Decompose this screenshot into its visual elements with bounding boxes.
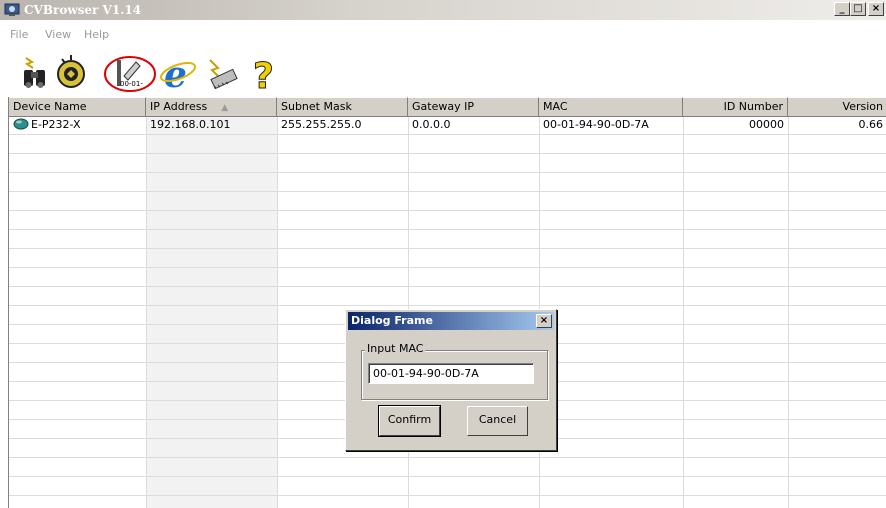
cell-id-number: 00000 — [749, 118, 784, 131]
col-header-subnet-mask[interactable]: Subnet Mask — [277, 97, 408, 116]
minimize-button[interactable]: _ — [834, 2, 850, 16]
col-header-device-name[interactable]: Device Name — [9, 97, 146, 116]
search-binoculars-icon[interactable] — [18, 52, 52, 92]
maximize-button[interactable]: □ — [850, 2, 866, 16]
svg-text:e: e — [164, 54, 187, 92]
col-header-id-number[interactable]: ID Number — [683, 97, 788, 116]
svg-text:?: ? — [253, 56, 274, 92]
edit-mac-icon[interactable]: 00-01- — [100, 52, 160, 92]
table-header: Device Name IP Address ▲ Subnet Mask Gate… — [9, 97, 886, 117]
menu-file[interactable]: File — [10, 28, 28, 41]
confirm-button[interactable]: Confirm — [378, 405, 441, 437]
dialog-title-bar[interactable]: Dialog Frame × — [348, 312, 554, 330]
menu-view[interactable]: View — [45, 28, 71, 41]
col-header-ip-address[interactable]: IP Address ▲ — [146, 97, 277, 116]
col-header-mac[interactable]: MAC — [539, 97, 683, 116]
dialog-close-button[interactable]: × — [536, 314, 552, 328]
mac-group-label: Input MAC — [365, 342, 426, 355]
window-title: CVBrowser V1.14 — [24, 3, 142, 17]
cancel-button[interactable]: Cancel — [467, 406, 528, 436]
col-header-version[interactable]: Version — [788, 97, 886, 116]
help-icon[interactable]: ? — [247, 52, 281, 93]
refresh-network-icon[interactable] — [54, 52, 88, 92]
dialog-title: Dialog Frame — [351, 314, 433, 327]
mac-input[interactable] — [368, 363, 534, 384]
toolbar: 00-01- e ? — [0, 48, 886, 96]
cell-subnet-mask: 255.255.255.0 — [281, 118, 362, 131]
cell-mac: 00-01-94-90-0D-7A — [543, 118, 649, 131]
close-button[interactable]: × — [868, 2, 884, 16]
app-icon — [4, 3, 20, 16]
cell-ip-address: 192.168.0.101 — [150, 118, 231, 131]
col-header-gateway-ip[interactable]: Gateway IP — [408, 97, 539, 116]
firmware-chip-icon[interactable] — [200, 52, 240, 92]
input-mac-dialog: Dialog Frame × Input MAC Confirm Cancel — [345, 309, 557, 451]
menu-help[interactable]: Help — [84, 28, 109, 41]
device-icon — [13, 118, 29, 130]
cell-gateway-ip: 0.0.0.0 — [412, 118, 451, 131]
internet-explorer-icon[interactable]: e — [158, 52, 198, 92]
cell-version: 0.66 — [858, 118, 884, 131]
cell-device-name: E-P232-X — [9, 116, 146, 134]
title-bar: CVBrowser V1.14 _ □ × — [0, 0, 886, 20]
svg-text:00-01-: 00-01- — [120, 80, 143, 88]
sort-ascending-icon: ▲ — [221, 103, 229, 113]
